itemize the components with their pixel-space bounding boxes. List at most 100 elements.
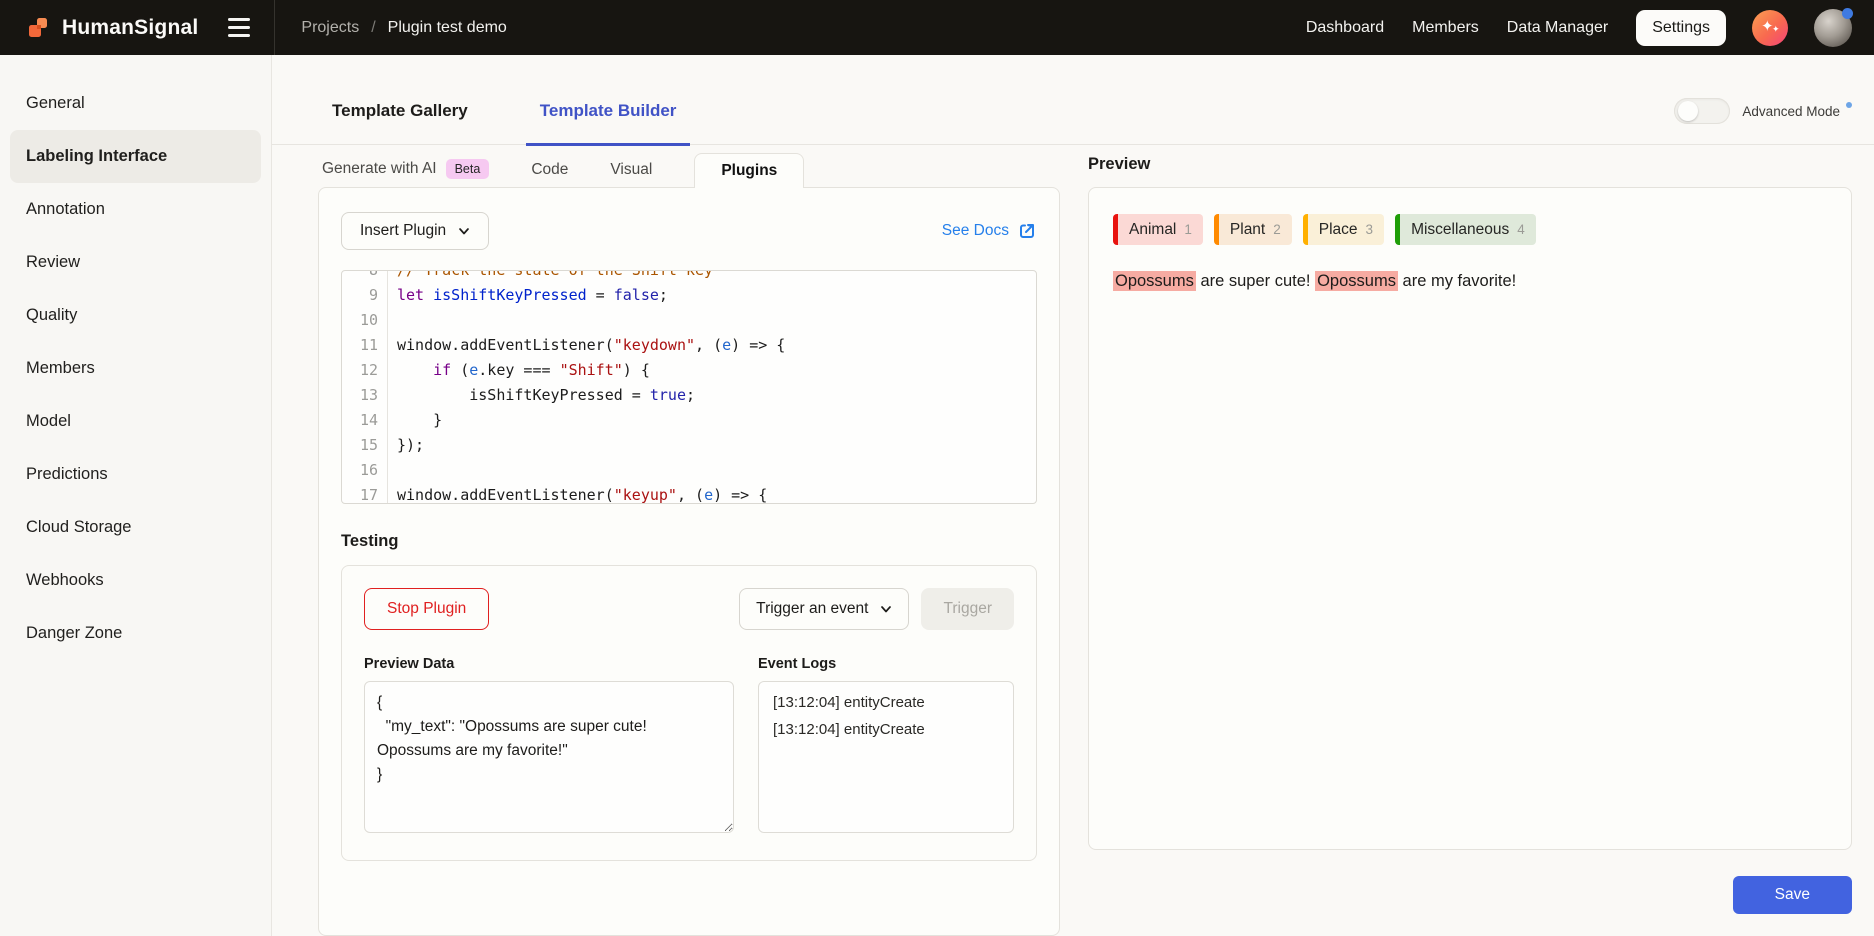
sidebar-item-members[interactable]: Members (0, 342, 271, 395)
save-button[interactable]: Save (1733, 876, 1852, 914)
line-number: 9 (342, 283, 378, 308)
nav-dashboard[interactable]: Dashboard (1306, 19, 1384, 37)
code-line (397, 308, 1036, 333)
line-number: 11 (342, 333, 378, 358)
editor-code: // Track the state of the Shift keylet i… (388, 270, 1036, 504)
chip-label: Miscellaneous (1400, 221, 1513, 239)
builder-tab-code[interactable]: Code (531, 153, 568, 187)
sidebar-item-predictions[interactable]: Predictions (0, 448, 271, 501)
chip-label: Animal (1118, 221, 1180, 239)
plugin-code-editor[interactable]: 891011121314151617 // Track the state of… (341, 270, 1037, 504)
nav-members[interactable]: Members (1412, 19, 1479, 37)
plugin-toolbar: Insert Plugin See Docs (341, 212, 1037, 250)
chip-label: Plant (1219, 221, 1269, 239)
plain-text: are super cute! (1196, 272, 1315, 290)
topbar: HumanSignal Projects / Plugin test demo … (0, 0, 1874, 55)
code-line: window.addEventListener("keydown", (e) =… (397, 333, 1036, 358)
topbar-divider (274, 0, 275, 55)
brand-name: HumanSignal (62, 16, 198, 40)
toggle-knob (1678, 101, 1698, 121)
code-line: isShiftKeyPressed = true; (397, 383, 1036, 408)
line-number: 8 (342, 270, 378, 283)
annotated-text: Opossums are super cute! Opossums are my… (1113, 269, 1827, 294)
see-docs-link[interactable]: See Docs (942, 221, 1037, 241)
label-chip-place[interactable]: Place3 (1303, 214, 1384, 245)
line-number: 12 (342, 358, 378, 383)
breadcrumb: Projects / Plugin test demo (301, 19, 506, 37)
sidebar-item-model[interactable]: Model (0, 395, 271, 448)
breadcrumb-current-page: Plugin test demo (388, 19, 507, 37)
page-tabs: Template Gallery Template Builder (318, 101, 690, 144)
chip-label: Place (1308, 221, 1362, 239)
highlighted-entity[interactable]: Opossums (1315, 271, 1398, 291)
builder-tab-label: Plugins (721, 162, 777, 180)
label-chip-miscellaneous[interactable]: Miscellaneous4 (1395, 214, 1536, 245)
presence-dot (1842, 8, 1853, 19)
label-chip-animal[interactable]: Animal1 (1113, 214, 1203, 245)
breadcrumb-projects-link[interactable]: Projects (301, 19, 359, 37)
breadcrumb-separator: / (371, 19, 375, 37)
builder-tab-generate-with-ai[interactable]: Generate with AIBeta (322, 151, 489, 187)
sparkle-small-icon: ✦ (1772, 24, 1780, 35)
tab-template-builder[interactable]: Template Builder (526, 101, 691, 146)
chip-hotkey: 2 (1269, 222, 1292, 237)
testing-heading: Testing (341, 532, 1037, 551)
tab-template-gallery[interactable]: Template Gallery (318, 101, 482, 146)
trigger-button[interactable]: Trigger (921, 588, 1014, 630)
code-line: let isShiftKeyPressed = false; (397, 283, 1036, 308)
advanced-mode-toggle[interactable] (1674, 98, 1730, 124)
insert-plugin-label: Insert Plugin (360, 222, 446, 240)
event-logs-list[interactable]: [13:12:04] entityCreate[13:12:04] entity… (758, 681, 1014, 833)
humansignal-logo-icon[interactable] (26, 15, 52, 41)
event-log-entry: [13:12:04] entityCreate (773, 719, 999, 741)
line-number: 13 (342, 383, 378, 408)
event-logs-label: Event Logs (758, 656, 1014, 672)
sidebar-item-danger-zone[interactable]: Danger Zone (0, 607, 271, 660)
page-tabs-row: Template GalleryTemplate Builder Advance… (272, 55, 1874, 145)
chip-hotkey: 3 (1362, 222, 1385, 237)
stop-plugin-button[interactable]: Stop Plugin (364, 588, 489, 630)
nav-settings[interactable]: Settings (1636, 10, 1726, 46)
line-number: 16 (342, 458, 378, 483)
sidebar-item-webhooks[interactable]: Webhooks (0, 554, 271, 607)
builder-tab-visual[interactable]: Visual (610, 153, 652, 187)
sidebar-item-quality[interactable]: Quality (0, 289, 271, 342)
sidebar-item-labeling-interface[interactable]: Labeling Interface (10, 130, 261, 183)
label-chip-plant[interactable]: Plant2 (1214, 214, 1292, 245)
beta-badge: Beta (446, 159, 490, 179)
sidebar-item-general[interactable]: General (0, 77, 271, 130)
trigger-event-select[interactable]: Trigger an event (739, 588, 909, 630)
code-line: // Track the state of the Shift key (397, 270, 1036, 283)
save-row: Save (1088, 876, 1852, 914)
highlighted-entity[interactable]: Opossums (1113, 271, 1196, 291)
ai-sparkle-button[interactable]: ✦ ✦ (1752, 10, 1788, 46)
preview-data-label: Preview Data (364, 656, 734, 672)
line-number: 15 (342, 433, 378, 458)
label-chips: Animal1 Plant2 Place3 Miscellaneous4 (1113, 214, 1827, 245)
sidebar-item-annotation[interactable]: Annotation (0, 183, 271, 236)
chip-hotkey: 1 (1180, 222, 1203, 237)
user-avatar[interactable] (1814, 9, 1852, 47)
sidebar-item-cloud-storage[interactable]: Cloud Storage (0, 501, 271, 554)
top-navigation: Dashboard Members Data Manager Settings (1306, 10, 1726, 46)
code-line: window.addEventListener("keyup", (e) => … (397, 483, 1036, 504)
plain-text: are my favorite! (1398, 272, 1516, 290)
line-number: 17 (342, 483, 378, 504)
content-area: Generate with AIBeta Code Visual Plugins In… (272, 145, 1874, 936)
insert-plugin-button[interactable]: Insert Plugin (341, 212, 489, 250)
code-line: if (e.key === "Shift") { (397, 358, 1036, 383)
preview-data-panel: Preview Data (364, 656, 734, 838)
sidebar-item-review[interactable]: Review (0, 236, 271, 289)
preview-heading: Preview (1088, 153, 1852, 187)
hamburger-menu-icon[interactable] (226, 14, 252, 41)
chevron-down-icon (880, 603, 892, 615)
preview-data-textarea[interactable] (364, 681, 734, 833)
preview-column: Preview Animal1 Plant2 Place3 Miscellaneous… (1088, 153, 1852, 936)
builder-tab-label: Code (531, 161, 568, 179)
nav-data-manager[interactable]: Data Manager (1507, 19, 1608, 37)
code-line: }); (397, 433, 1036, 458)
preview-panel: Animal1 Plant2 Place3 Miscellaneous4 Opossu… (1088, 187, 1852, 850)
trigger-event-value: Trigger an event (756, 600, 868, 618)
builder-tab-plugins[interactable]: Plugins (694, 153, 804, 188)
builder-tabs: Generate with AIBeta Code Visual Plugins (318, 153, 1060, 187)
